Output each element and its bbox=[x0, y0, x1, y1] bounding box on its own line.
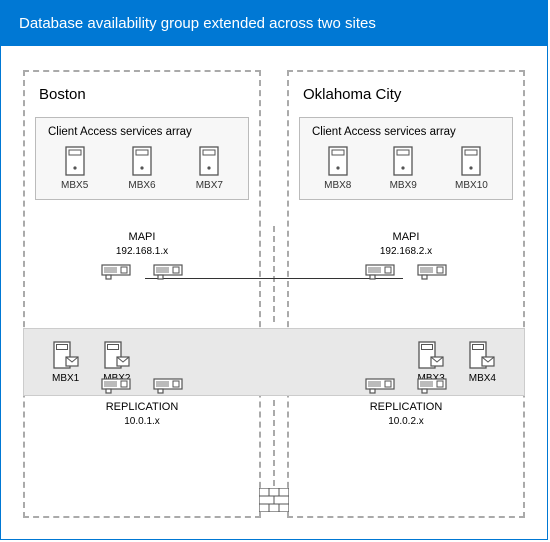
server-icon bbox=[65, 146, 85, 176]
site-divider-lower bbox=[273, 400, 275, 486]
site-divider-upper bbox=[273, 226, 275, 322]
cas-server-row: MBX5 MBX6 MBX7 bbox=[44, 146, 240, 191]
mailbox-server-icon bbox=[469, 341, 495, 371]
replication-network-label: REPLICATION 10.0.1.x bbox=[82, 400, 202, 428]
subnet: 192.168.1.x bbox=[82, 245, 202, 259]
nic-icon bbox=[101, 378, 131, 394]
server-label: MBX8 bbox=[324, 180, 351, 191]
cas-server: MBX6 bbox=[128, 146, 155, 191]
nic-icon bbox=[417, 378, 447, 394]
server-icon bbox=[461, 146, 481, 176]
cas-server: MBX5 bbox=[61, 146, 88, 191]
server-label: MBX5 bbox=[61, 180, 88, 191]
mailbox-server: MBX4 bbox=[469, 341, 496, 384]
mailbox-server-band: MBX1 MBX2 MBX3 MBX4 bbox=[23, 328, 525, 396]
server-label: MBX10 bbox=[455, 180, 488, 191]
nic-icon bbox=[365, 264, 395, 280]
server-icon bbox=[393, 146, 413, 176]
site-boston: Boston Client Access services array MBX5… bbox=[23, 70, 261, 518]
cas-array: Client Access services array MBX8 MBX9 M… bbox=[299, 117, 513, 200]
diagram-frame: Database availability group extended acr… bbox=[0, 0, 548, 540]
server-label: MBX7 bbox=[196, 180, 223, 191]
mailbox-server-icon bbox=[53, 341, 79, 371]
cas-server: MBX9 bbox=[390, 146, 417, 191]
cas-array: Client Access services array MBX5 MBX6 M… bbox=[35, 117, 249, 200]
diagram-title: Database availability group extended acr… bbox=[1, 1, 547, 46]
cas-server: MBX8 bbox=[324, 146, 351, 191]
server-icon bbox=[132, 146, 152, 176]
mailbox-server-icon bbox=[104, 341, 130, 371]
cas-server-row: MBX8 MBX9 MBX10 bbox=[308, 146, 504, 191]
server-label: MBX9 bbox=[390, 180, 417, 191]
mailbox-server-icon bbox=[418, 341, 444, 371]
firewall-icon bbox=[259, 488, 289, 512]
site-oklahoma-city: Oklahoma City Client Access services arr… bbox=[287, 70, 525, 518]
server-icon bbox=[328, 146, 348, 176]
nic-icon bbox=[153, 264, 183, 280]
nic-icon bbox=[417, 264, 447, 280]
cas-server: MBX7 bbox=[196, 146, 223, 191]
mapi-network-label: MAPI 192.168.1.x bbox=[82, 230, 202, 258]
site-title: Boston bbox=[39, 86, 249, 103]
nic-icon bbox=[153, 378, 183, 394]
cas-server: MBX10 bbox=[455, 146, 488, 191]
nic-icon bbox=[101, 264, 131, 280]
cas-label: Client Access services array bbox=[312, 126, 504, 138]
mailbox-server: MBX1 bbox=[52, 341, 79, 384]
subnet: 192.168.2.x bbox=[346, 245, 466, 259]
subnet: 10.0.1.x bbox=[82, 415, 202, 429]
server-label: MBX1 bbox=[52, 373, 79, 384]
cas-label: Client Access services array bbox=[48, 126, 240, 138]
nic-row-mapi bbox=[101, 264, 183, 280]
subnet: 10.0.2.x bbox=[346, 415, 466, 429]
site-title: Oklahoma City bbox=[303, 86, 513, 103]
nic-row-mapi bbox=[365, 264, 447, 280]
server-label: MBX4 bbox=[469, 373, 496, 384]
server-label: MBX6 bbox=[128, 180, 155, 191]
nic-icon bbox=[365, 378, 395, 394]
replication-network-label: REPLICATION 10.0.2.x bbox=[346, 400, 466, 428]
nic-row-replication bbox=[365, 378, 447, 394]
nic-row-replication bbox=[101, 378, 183, 394]
mapi-network-label: MAPI 192.168.2.x bbox=[346, 230, 466, 258]
server-icon bbox=[199, 146, 219, 176]
diagram-body: Boston Client Access services array MBX5… bbox=[1, 46, 547, 536]
